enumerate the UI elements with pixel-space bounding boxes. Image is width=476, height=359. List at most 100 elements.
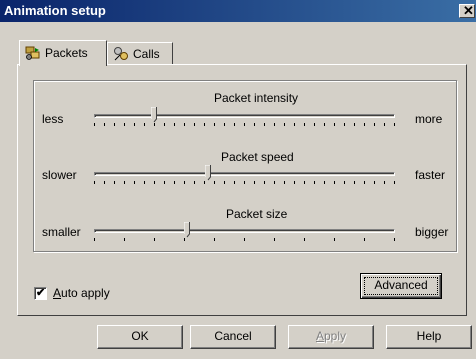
- slider-tick: [274, 238, 275, 241]
- slider-tick: [354, 123, 355, 126]
- advanced-button[interactable]: Advanced: [360, 273, 442, 299]
- slider-tick: [324, 123, 325, 126]
- apply-button-label: Apply: [316, 329, 346, 343]
- ok-button-label: OK: [131, 329, 149, 343]
- slider-tick: [144, 123, 145, 126]
- slider-tick: [164, 123, 165, 126]
- slider-tick: [94, 238, 95, 241]
- slider-tick: [264, 123, 265, 126]
- slider-tick: [334, 123, 335, 126]
- slider-tick: [254, 181, 255, 184]
- slider-tick: [104, 181, 105, 184]
- ok-button[interactable]: OK: [97, 325, 183, 349]
- auto-apply-label-rest: uto apply: [61, 286, 110, 300]
- slider-tick: [234, 181, 235, 184]
- slider-tick: [344, 123, 345, 126]
- slider-tick: [254, 123, 255, 126]
- packet-size-min-label: smaller: [42, 225, 81, 239]
- slider-tick: [144, 181, 145, 184]
- slider-tick: [194, 181, 195, 184]
- slider-tick: [284, 181, 285, 184]
- slider-tick: [204, 123, 205, 126]
- slider-tick: [304, 123, 305, 126]
- slider-tick: [354, 181, 355, 184]
- help-button-label: Help: [416, 329, 442, 343]
- slider-tick: [234, 123, 235, 126]
- slider-tick: [304, 181, 305, 184]
- slider-tick: [124, 181, 125, 184]
- packet-speed-ticks: [94, 181, 395, 185]
- packet-intensity-ticks: [94, 123, 395, 127]
- slider-tick: [124, 238, 125, 241]
- slider-tick: [94, 181, 95, 184]
- slider-tick: [224, 181, 225, 184]
- auto-apply-checkbox[interactable]: ✔: [34, 287, 47, 300]
- packet-intensity-title: Packet intensity: [214, 91, 299, 105]
- slider-group: Packet intensity less more Packet speed …: [33, 80, 457, 252]
- slider-tick: [134, 181, 135, 184]
- slider-tick: [244, 238, 245, 241]
- slider-tick: [334, 238, 335, 241]
- title-bar[interactable]: Animation setup ✕: [0, 0, 476, 22]
- packet-intensity-track[interactable]: [94, 114, 395, 118]
- apply-button[interactable]: Apply: [288, 325, 374, 349]
- slider-tick: [94, 123, 95, 126]
- slider-tick: [154, 238, 155, 241]
- slider-tick: [294, 123, 295, 126]
- slider-tick: [394, 123, 395, 126]
- cancel-button[interactable]: Cancel: [190, 325, 276, 349]
- close-icon: ✕: [463, 3, 474, 18]
- slider-tick: [194, 123, 195, 126]
- tab-calls[interactable]: Calls: [107, 42, 173, 64]
- slider-tick: [364, 238, 365, 241]
- slider-tick: [114, 181, 115, 184]
- slider-tick: [364, 181, 365, 184]
- packet-speed-max-label: faster: [415, 168, 446, 182]
- tab-packets-label: Packets: [45, 46, 88, 60]
- slider-tick: [394, 181, 395, 184]
- slider-tick: [384, 123, 385, 126]
- packet-intensity-thumb[interactable]: [151, 107, 157, 123]
- slider-tick: [274, 181, 275, 184]
- tab-packets[interactable]: Packets: [19, 40, 107, 66]
- slider-tick: [324, 181, 325, 184]
- slider-tick: [244, 123, 245, 126]
- packet-speed-thumb[interactable]: [205, 165, 211, 181]
- packet-intensity-min-label: less: [42, 112, 64, 126]
- slider-tick: [184, 238, 185, 241]
- slider-tick: [184, 181, 185, 184]
- slider-tick: [264, 181, 265, 184]
- animation-setup-dialog: Animation setup ✕ Packets Calls Packet i…: [0, 0, 476, 359]
- apply-label-rest: pply: [324, 329, 347, 343]
- packet-size-ticks: [94, 238, 395, 242]
- slider-tick: [364, 123, 365, 126]
- slider-tick: [394, 238, 395, 241]
- packet-size-thumb[interactable]: [184, 222, 190, 238]
- auto-apply-accelerator: A: [53, 286, 62, 300]
- packets-tab-panel: Packet intensity less more Packet speed …: [17, 64, 467, 316]
- slider-tick: [104, 123, 105, 126]
- packet-intensity-max-label: more: [415, 112, 443, 126]
- tab-calls-label: Calls: [133, 47, 160, 61]
- packet-size-track[interactable]: [94, 229, 395, 233]
- checkmark-icon: ✔: [36, 287, 46, 299]
- slider-tick: [214, 181, 215, 184]
- slider-tick: [204, 181, 205, 184]
- close-button[interactable]: ✕: [459, 3, 475, 18]
- packet-speed-track[interactable]: [94, 172, 395, 176]
- help-button[interactable]: Help: [386, 325, 472, 349]
- slider-tick: [244, 181, 245, 184]
- focus-rectangle: [364, 277, 438, 295]
- slider-tick: [344, 181, 345, 184]
- slider-tick: [214, 123, 215, 126]
- slider-tick: [384, 181, 385, 184]
- slider-tick: [314, 181, 315, 184]
- packet-size-max-label: bigger: [415, 225, 449, 239]
- apply-accelerator: A: [315, 329, 324, 343]
- slider-tick: [184, 123, 185, 126]
- slider-tick: [154, 181, 155, 184]
- slider-tick: [114, 123, 115, 126]
- auto-apply-label[interactable]: Auto apply: [53, 286, 110, 300]
- cancel-button-label: Cancel: [214, 329, 252, 343]
- slider-tick: [214, 238, 215, 241]
